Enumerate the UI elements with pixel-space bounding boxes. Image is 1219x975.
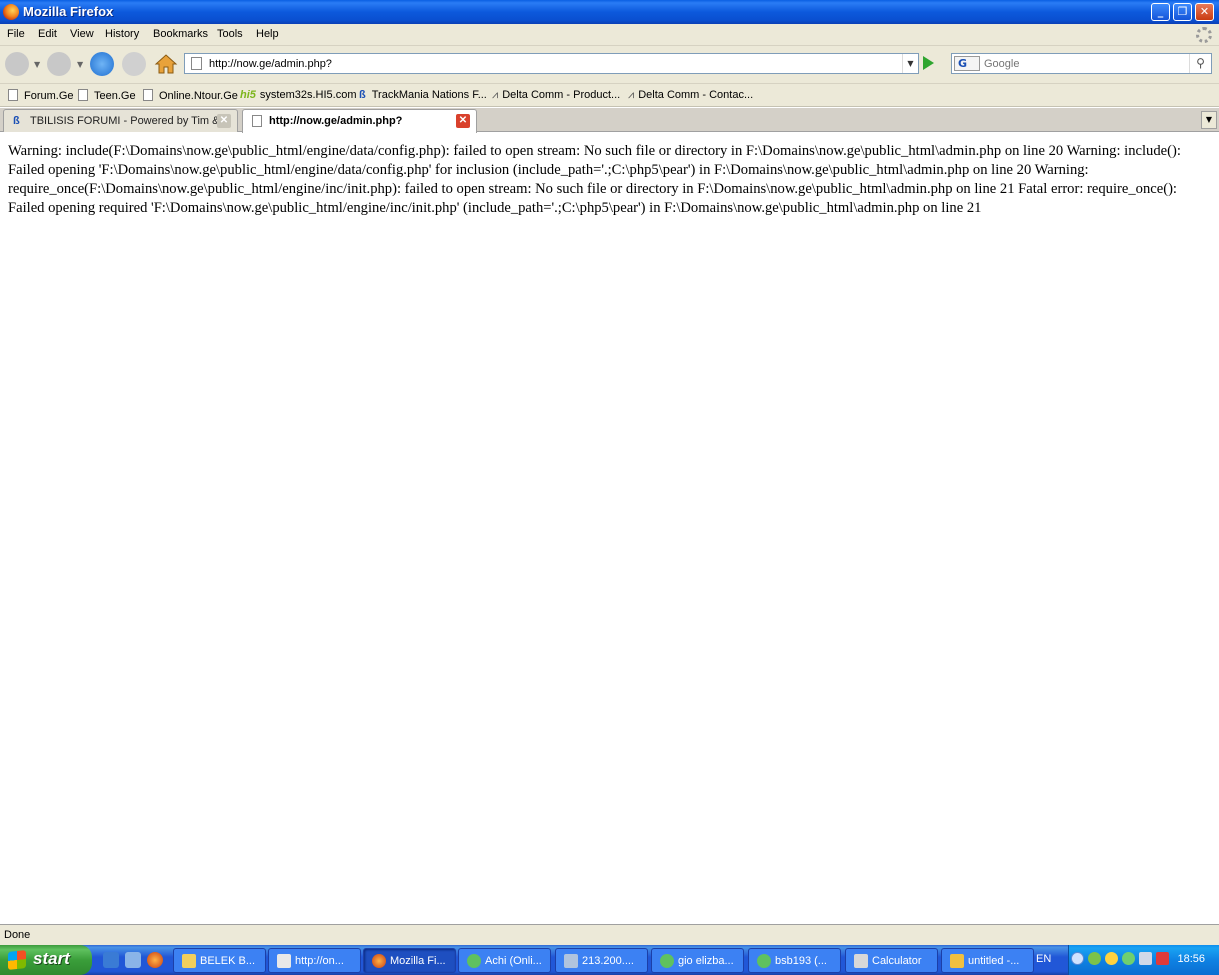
bookmark-item[interactable]: Forum.Ge (8, 89, 74, 102)
url-bar[interactable]: ▼ (184, 53, 919, 74)
menu-view[interactable]: View (70, 28, 94, 40)
forward-history-chevron-icon[interactable]: ▼ (77, 60, 85, 69)
tray-network-icon[interactable] (1139, 952, 1152, 965)
close-button[interactable]: ✕ (1195, 3, 1214, 21)
taskbar-item[interactable]: Achi (Onli... (458, 948, 551, 973)
search-magnifier-icon[interactable]: ⚲ (1189, 54, 1211, 73)
tab-tbilisis-forumi[interactable]: ß TBILISIS FORUMI - Powered by Tim & ...… (3, 109, 238, 132)
url-dropdown-chevron-icon[interactable]: ▼ (902, 54, 918, 73)
tab-list-chevron-icon[interactable]: ▼ (1201, 111, 1217, 129)
forward-arrow-icon[interactable] (47, 52, 71, 76)
bookmarks-toolbar: Forum.Ge Teen.Ge Online.Ntour.Ge hi5 syst… (0, 83, 1219, 107)
home-icon[interactable] (154, 52, 178, 76)
chat-icon (660, 954, 674, 968)
start-button[interactable]: start (0, 945, 92, 975)
tray-smiley-icon[interactable] (1105, 952, 1118, 965)
taskbar-item-active[interactable]: Mozilla Fi... (363, 948, 456, 973)
taskbar-item[interactable]: bsb193 (... (748, 948, 841, 973)
quicklaunch-ie-icon[interactable] (103, 952, 119, 968)
tab-admin-php[interactable]: http://now.ge/admin.php? ✕ (242, 109, 477, 133)
folder-icon (182, 954, 196, 968)
back-arrow-icon[interactable] (5, 52, 29, 76)
restore-button[interactable]: ❐ (1173, 3, 1192, 21)
delta-comm-icon: ⩘ (492, 89, 499, 101)
tray-antivirus-icon[interactable] (1156, 952, 1169, 965)
menu-history[interactable]: History (105, 28, 139, 40)
status-bar: Done (0, 924, 1219, 945)
taskbar-item[interactable]: untitled -... (941, 948, 1034, 973)
quicklaunch-firefox-icon[interactable] (147, 952, 163, 968)
bookmark-item[interactable]: ⩘ Delta Comm - Contac... (628, 89, 753, 102)
bookmark-item[interactable]: hi5 system32s.HI5.com (240, 89, 357, 101)
language-indicator[interactable]: EN (1036, 953, 1051, 965)
windows-taskbar: start BELEK B... http://on... Mozilla Fi… (0, 945, 1219, 975)
back-history-chevron-icon[interactable]: ▼ (34, 60, 42, 69)
page-icon (252, 115, 262, 127)
stop-icon[interactable] (122, 52, 146, 76)
menu-help[interactable]: Help (256, 28, 279, 40)
menu-file[interactable]: File (7, 28, 25, 40)
menu-bookmarks[interactable]: Bookmarks (153, 28, 208, 40)
system-tray: 18:56 (1068, 945, 1219, 975)
bookmark-item[interactable]: Teen.Ge (78, 89, 136, 102)
chat-icon (757, 954, 771, 968)
paint-icon (950, 954, 964, 968)
page-icon (191, 57, 202, 70)
network-icon (564, 954, 578, 968)
minimize-button[interactable]: _ (1151, 3, 1170, 21)
window-titlebar[interactable]: Mozilla Firefox _ ❐ ✕ (0, 0, 1219, 24)
reload-icon[interactable] (90, 52, 114, 76)
bookmark-item[interactable]: ⩘ Delta Comm - Product... (492, 89, 620, 102)
tab-close-icon[interactable]: ✕ (456, 114, 470, 128)
php-error-message: Warning: include(F:\Domains\now.ge\publi… (8, 143, 1181, 216)
go-arrow-icon[interactable] (923, 56, 934, 70)
tray-expand-chevron-icon[interactable] (1071, 952, 1084, 965)
page-icon (78, 89, 88, 101)
page-icon (8, 89, 18, 101)
throbber-icon (1196, 27, 1212, 43)
document-icon (277, 954, 291, 968)
menu-bar: File Edit View History Bookmarks Tools H… (0, 24, 1219, 46)
page-icon (143, 89, 153, 101)
taskbar-item[interactable]: gio elizba... (651, 948, 744, 973)
menu-tools[interactable]: Tools (217, 28, 243, 40)
tab-strip: ß TBILISIS FORUMI - Powered by Tim & ...… (0, 108, 1219, 133)
status-text: Done (4, 929, 31, 941)
tray-icq-icon[interactable] (1122, 952, 1135, 965)
windows-logo-icon (8, 950, 26, 970)
bookmark-item[interactable]: ß TrackMania Nations F... (359, 89, 487, 101)
forum-logo-icon: ß (13, 115, 20, 127)
tray-messenger-icon[interactable] (1088, 952, 1101, 965)
page-content: Warning: include(F:\Domains\now.ge\publi… (0, 133, 1219, 924)
quicklaunch-network-icon[interactable] (125, 952, 141, 968)
window-title: Mozilla Firefox (23, 4, 114, 19)
firefox-icon (3, 4, 19, 20)
clock: 18:56 (1177, 953, 1205, 965)
search-engine-icon[interactable]: G (954, 56, 980, 71)
forum-logo-icon: ß (359, 89, 366, 101)
calculator-icon (854, 954, 868, 968)
bookmark-item[interactable]: Online.Ntour.Ge (143, 89, 238, 102)
search-input[interactable] (984, 56, 1184, 71)
search-bar[interactable]: G ⚲ (951, 53, 1212, 74)
taskbar-item[interactable]: http://on... (268, 948, 361, 973)
taskbar-item[interactable]: Calculator (845, 948, 938, 973)
delta-comm-icon: ⩘ (628, 89, 635, 101)
firefox-icon (372, 954, 386, 968)
menu-edit[interactable]: Edit (38, 28, 57, 40)
hi5-icon: hi5 (240, 89, 256, 101)
tab-close-icon[interactable]: ✕ (217, 114, 231, 128)
chat-icon (467, 954, 481, 968)
url-input[interactable] (209, 56, 899, 71)
taskbar-item[interactable]: BELEK B... (173, 948, 266, 973)
taskbar-item[interactable]: 213.200.... (555, 948, 648, 973)
